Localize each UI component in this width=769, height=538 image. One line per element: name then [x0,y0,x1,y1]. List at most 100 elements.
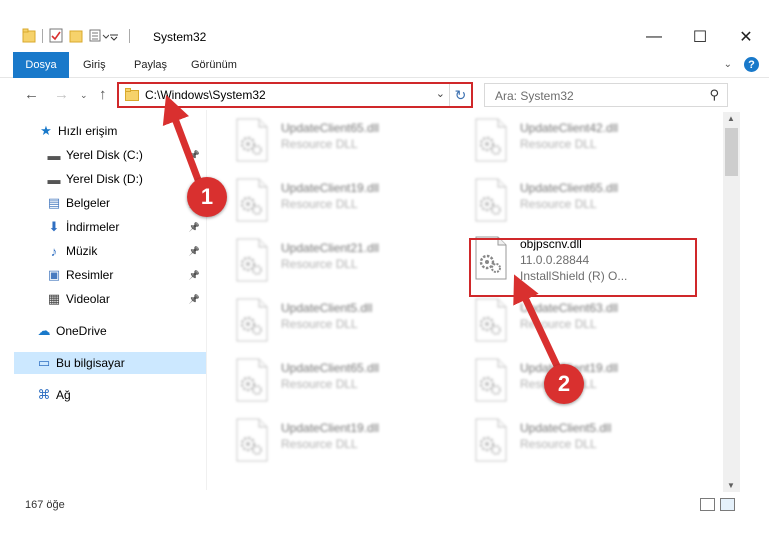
up-icon[interactable]: ↑ [99,86,107,103]
nav-item-label: İndirmeler [66,220,120,234]
dll-file-icon [234,118,270,162]
nav-item[interactable]: ▣ Resimler 📌 [14,264,206,286]
tab-share[interactable]: Paylaş [134,52,167,78]
explorer-window: System32 — ☐ ✕ Dosya Giriş Paylaş Görünü… [0,0,769,538]
cloud-icon: ☁ [37,323,51,338]
back-icon[interactable]: ← [24,86,39,103]
toolbar-separator [129,28,130,43]
large-icons-view-icon[interactable] [720,498,735,511]
file-tile[interactable]: UpdateClient19.dll Resource DLL [220,412,450,468]
view-options-icon[interactable] [89,28,110,43]
file-tile[interactable]: UpdateClient5.dll Resource DLL [220,292,450,348]
details-view-icon[interactable] [700,498,715,511]
videos-icon: ▦ [47,291,61,306]
status-bar: 167 öğe [0,496,769,516]
file-tile[interactable]: UpdateClient65.dll Resource DLL [459,172,689,228]
star-icon: ★ [40,123,52,138]
forward-icon[interactable]: → [54,86,69,103]
maximize-button[interactable]: ☐ [677,22,723,52]
nav-item[interactable]: ▬ Yerel Disk (C:) 📌 [14,144,206,166]
nav-item-label: Yerel Disk (C:) [66,148,143,162]
quick-access-toolbar [22,28,130,43]
file-description: Resource DLL [520,197,597,211]
help-icon[interactable]: ? [744,57,759,72]
nav-item-label: Belgeler [66,196,111,210]
navigation-pane: ★ Hızlı erişim ▬ Yerel Disk (C:) 📌 ▬ Yerel Dis… [14,116,206,486]
nav-item[interactable]: ▭ Bu bilgisayar [14,352,206,374]
pin-icon[interactable]: 📌 [189,150,200,161]
file-name: UpdateClient42.dll [520,121,619,135]
music-icon: ♪ [50,243,58,259]
item-count: 167 öğe [25,499,65,511]
refresh-icon[interactable]: ↻ [449,84,471,106]
scroll-down-icon[interactable]: ▼ [727,481,735,490]
nav-item[interactable]: ♪ Müzik 📌 [14,240,206,262]
minimize-button[interactable]: — [631,22,677,52]
nav-item[interactable]: ⬇ İndirmeler 📌 [14,216,206,238]
address-dropdown-icon[interactable]: ⌄ [436,87,445,100]
scrollbar-thumb[interactable] [725,128,738,176]
title-bar: System32 — ☐ ✕ [0,22,769,52]
dll-file-icon [473,178,509,222]
navigation-bar: ← → ⌄ ↑ C:\Windows\System32 ⌄ ↻ Ara: Sys… [0,80,769,110]
nav-item[interactable]: ⌘ Ağ [14,384,206,406]
pin-icon[interactable]: 📌 [189,270,200,281]
nav-item[interactable]: ▬ Yerel Disk (D:) [14,168,206,190]
drive-icon: ▬ [47,147,61,163]
file-description: Resource DLL [281,257,358,271]
customize-toolbar-icon[interactable] [109,28,123,43]
tab-home[interactable]: Giriş [83,52,106,78]
file-name: UpdateClient65.dll [281,121,380,135]
search-placeholder: Ara: System32 [495,89,574,103]
view-buttons [700,498,735,511]
file-list: UpdateClient65.dll Resource DLL UpdateClie… [220,112,720,492]
file-name: UpdateClient65.dll [520,181,619,195]
search-icon: ⚲ [709,87,719,102]
drive-icon: ▬ [47,171,61,187]
nav-item[interactable]: ▦ Videolar 📌 [14,288,206,310]
folder-icon [125,88,139,101]
nav-item[interactable]: ▤Belgeler📌 [14,192,206,214]
file-description: Resource DLL [281,317,358,331]
close-button[interactable]: ✕ [723,22,769,52]
pane-divider[interactable] [206,110,207,490]
scroll-up-icon[interactable]: ▲ [727,114,735,123]
file-description: Resource DLL [281,437,358,451]
nav-item[interactable]: ★ Hızlı erişim [14,120,206,142]
file-description: Resource DLL [520,317,597,331]
dll-file-icon [234,238,270,282]
pin-icon[interactable]: 📌 [189,294,200,305]
recent-locations-icon[interactable]: ⌄ [80,90,88,101]
dll-file-icon [234,418,270,462]
properties-icon[interactable] [49,28,63,43]
network-icon: ⌘ [37,387,51,402]
file-tile[interactable]: UpdateClient65.dll Resource DLL [220,352,450,408]
download-icon: ⬇ [48,219,60,234]
vertical-scrollbar[interactable]: ▲ ▼ [723,112,740,492]
pin-icon[interactable]: 📌 [189,246,200,257]
file-tile[interactable]: UpdateClient65.dll Resource DLL [220,112,450,168]
address-bar[interactable]: C:\Windows\System32 ⌄ ↻ [117,82,473,108]
tab-view[interactable]: Görünüm [191,52,237,78]
file-tile[interactable]: UpdateClient42.dll Resource DLL [459,112,689,168]
nav-item-label: Ağ [56,388,71,402]
file-name: UpdateClient63.dll [520,301,619,315]
folder-icon[interactable] [22,28,36,43]
file-tile[interactable]: UpdateClient19.dll Resource DLL [220,172,450,228]
dll-file-icon [473,118,509,162]
dll-file-icon [473,358,509,402]
nav-item-label: Bu bilgisayar [56,356,125,370]
file-description: Resource DLL [281,197,358,211]
dll-file-icon [234,298,270,342]
nav-item[interactable]: ☁ OneDrive [14,320,206,342]
file-description: Resource DLL [281,377,358,391]
expand-ribbon-icon[interactable]: ⌄ [724,59,732,70]
search-input[interactable]: Ara: System32 ⚲ [484,83,728,107]
new-folder-icon[interactable] [69,28,83,43]
callout-badge-1: 1 [187,177,227,217]
pin-icon[interactable]: 📌 [189,222,200,233]
tab-file[interactable]: Dosya [13,52,69,78]
file-tile[interactable]: UpdateClient21.dll Resource DLL [220,232,450,288]
file-tile[interactable]: UpdateClient5.dll Resource DLL [459,412,689,468]
file-tile[interactable]: UpdateClient63.dll Resource DLL [459,292,689,348]
